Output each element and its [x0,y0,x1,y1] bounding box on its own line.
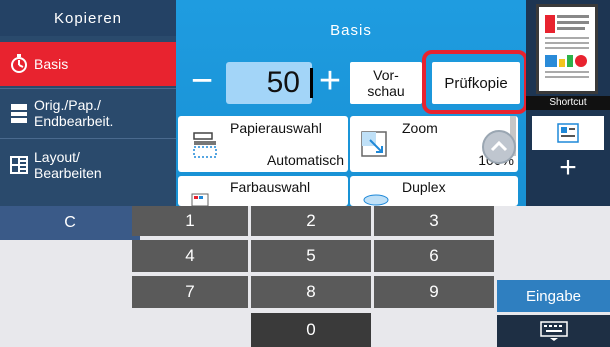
key-9[interactable]: 9 [374,276,494,308]
duplex-card[interactable]: Duplex [350,176,518,206]
card-title: Duplex [402,179,446,195]
card-title: Farbauswahl [230,179,311,195]
basis-panel: Basis − 50 + Vor- schau Prüfkopie Papier… [176,0,528,206]
key-5[interactable]: 5 [251,240,371,272]
key-4[interactable]: 4 [132,240,248,272]
divider [0,138,176,139]
document-preview-icon [545,15,589,78]
key-3[interactable]: 3 [374,206,494,236]
key-2[interactable]: 2 [251,206,371,236]
sidebar-item-label: Basis [34,56,69,72]
shortcut-card-icon [557,123,579,143]
panel-title: Basis [330,22,372,39]
key-7[interactable]: 7 [132,276,248,308]
clear-button[interactable]: C [0,206,140,240]
zoom-icon [361,131,387,157]
color-selection-card[interactable]: Farbauswahl [178,176,348,206]
function-sidebar: Kopieren Basis Orig./Pap./ Endbearbeit. [0,0,176,206]
preview-button[interactable]: Vor- schau [350,62,422,104]
add-shortcut-button[interactable]: + [526,152,610,184]
keyboard-button[interactable] [497,315,610,347]
card-value: Automatisch [266,152,344,168]
chevron-up-icon [490,140,508,152]
stopwatch-icon [11,54,27,73]
sidebar-item-orig-pap-endbearbeit[interactable]: Orig./Pap./ Endbearbeit. [0,90,176,136]
card-title: Papierauswahl [230,120,322,136]
shortcut-panel: Shortcut + [526,0,610,206]
sidebar-item-layout-bearbeiten[interactable]: Layout/ Bearbeiten [0,140,176,190]
sidebar-item-label: Orig./Pap./ Endbearbeit. [34,97,114,129]
page-preview-thumbnail[interactable] [536,4,598,94]
divider [0,88,176,89]
paper-tray-icon [193,132,217,158]
sidebar-item-label: Layout/ Bearbeiten [34,149,102,181]
copy-quantity-field[interactable]: 50 [226,62,312,104]
key-1[interactable]: 1 [132,206,248,236]
key-6[interactable]: 6 [374,240,494,272]
card-title: Zoom [402,120,438,136]
key-8[interactable]: 8 [251,276,371,308]
sidebar-item-basis[interactable]: Basis [0,42,176,86]
document-stack-icon [11,104,27,123]
paper-selection-card[interactable]: Papierauswahl Automatisch [178,116,348,172]
layout-icon [10,156,28,174]
shortcut-label: Shortcut [526,96,610,110]
key-0[interactable]: 0 [251,313,371,347]
sidebar-title: Kopieren [0,0,176,36]
keyboard-icon [539,321,568,341]
enter-button[interactable]: Eingabe [497,280,610,312]
scroll-up-button[interactable] [482,130,516,164]
shortcut-button[interactable] [532,116,604,150]
proof-copy-button[interactable]: Prüfkopie [432,62,520,104]
color-icon [191,193,209,206]
decrease-quantity-button[interactable]: − [182,60,222,106]
increase-quantity-button[interactable]: + [310,60,350,106]
duplex-icon [363,194,389,206]
